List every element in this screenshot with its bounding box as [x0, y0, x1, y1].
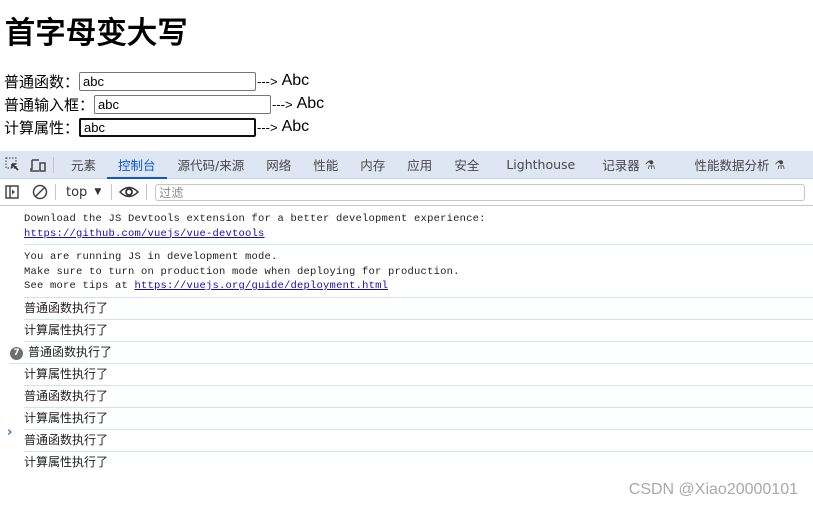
toolbar-divider: [55, 184, 56, 200]
clear-console-icon[interactable]: [31, 183, 49, 201]
console-log-row: 计算属性执行了: [24, 364, 813, 386]
arrow-text: --->: [257, 73, 278, 89]
watermark: CSDN @Xiao20000101: [628, 481, 798, 498]
console-log-row: 计算属性执行了: [24, 408, 813, 430]
arrow-text: --->: [272, 96, 293, 112]
tab-application[interactable]: 应用: [396, 151, 443, 178]
console-filter-input[interactable]: 过滤: [155, 183, 806, 201]
tab-recorder[interactable]: 记录器 ⚗: [591, 151, 683, 178]
toolbar-divider: [146, 184, 148, 200]
tab-console[interactable]: 控制台: [107, 151, 167, 179]
app-page: 首字母变大写 普通函数： ---> Abc 普通输入框： ---> Abc 计算…: [0, 0, 813, 150]
device-toolbar-icon[interactable]: [29, 156, 47, 174]
console-log-row: 计算属性执行了: [24, 320, 813, 342]
context-label: top: [66, 184, 88, 200]
normal-input-output: Abc: [296, 95, 325, 112]
normal-function-output: Abc: [281, 72, 310, 89]
console-toolbar: top ▼ 过滤: [0, 179, 813, 206]
console-log-row: 普通函数执行了: [24, 298, 813, 320]
caret-down-icon: ▼: [94, 187, 102, 197]
flask-icon: ⚗: [644, 157, 656, 172]
computed-property-input[interactable]: [79, 117, 257, 137]
normal-function-input[interactable]: [79, 71, 257, 91]
normal-input-row: 普通输入框： ---> Abc: [4, 93, 324, 115]
normal-input-label: 普通输入框：: [4, 95, 95, 114]
computed-property-row: 计算属性： ---> Abc: [4, 116, 309, 138]
normal-input-field[interactable]: [94, 94, 272, 114]
devtools-tab-bar: 元素 控制台 源代码/来源 网络 性能 内存 应用 安全 Lighthouse …: [0, 151, 813, 179]
tab-sources[interactable]: 源代码/来源: [167, 151, 256, 178]
console-log-row: 普通函数执行了: [24, 386, 813, 408]
console-output: Download the JS Devtools extension for a…: [0, 207, 813, 473]
normal-function-label: 普通函数：: [4, 72, 80, 91]
sidebar-toggle-icon[interactable]: [3, 183, 21, 201]
tab-performance[interactable]: 性能: [302, 151, 349, 178]
tab-memory[interactable]: 内存: [349, 151, 396, 178]
flask-icon: ⚗: [774, 157, 786, 172]
console-log-row: 计算属性执行了: [24, 454, 109, 469]
console-message: Download the JS Devtools extension for a…: [24, 207, 813, 245]
page-title: 首字母变大写: [5, 16, 188, 51]
tab-security[interactable]: 安全: [443, 151, 490, 178]
vue-deployment-link[interactable]: https://vuejs.org/guide/deployment.html: [135, 280, 389, 292]
computed-property-output: Abc: [281, 118, 310, 135]
console-log-row: 7 普通函数执行了: [10, 342, 813, 364]
devtools-panel: 元素 控制台 源代码/来源 网络 性能 内存 应用 安全 Lighthouse …: [0, 151, 813, 508]
tab-lighthouse[interactable]: Lighthouse: [490, 151, 591, 178]
normal-function-row: 普通函数： ---> Abc: [4, 70, 309, 92]
vue-devtools-link[interactable]: https://github.com/vuejs/vue-devtools: [24, 228, 265, 240]
tab-network[interactable]: 网络: [255, 151, 302, 178]
computed-property-label: 计算属性：: [4, 118, 80, 137]
filter-placeholder: 过滤: [159, 185, 184, 200]
tab-elements[interactable]: 元素: [60, 151, 107, 178]
toolbar-divider: [53, 156, 54, 173]
context-selector[interactable]: top ▼: [62, 185, 105, 200]
repeat-count-badge: 7: [10, 346, 23, 360]
console-prompt[interactable]: ›: [7, 425, 12, 440]
console-log-row: 普通函数执行了: [24, 430, 813, 452]
inspect-element-icon[interactable]: [3, 156, 21, 174]
tab-performance-insights[interactable]: 性能数据分析 ⚗: [684, 151, 797, 178]
arrow-text: --->: [257, 119, 278, 135]
toolbar-divider: [111, 184, 113, 200]
live-expression-eye-icon[interactable]: [118, 183, 140, 201]
console-message: You are running JS in development mode. …: [24, 245, 813, 298]
